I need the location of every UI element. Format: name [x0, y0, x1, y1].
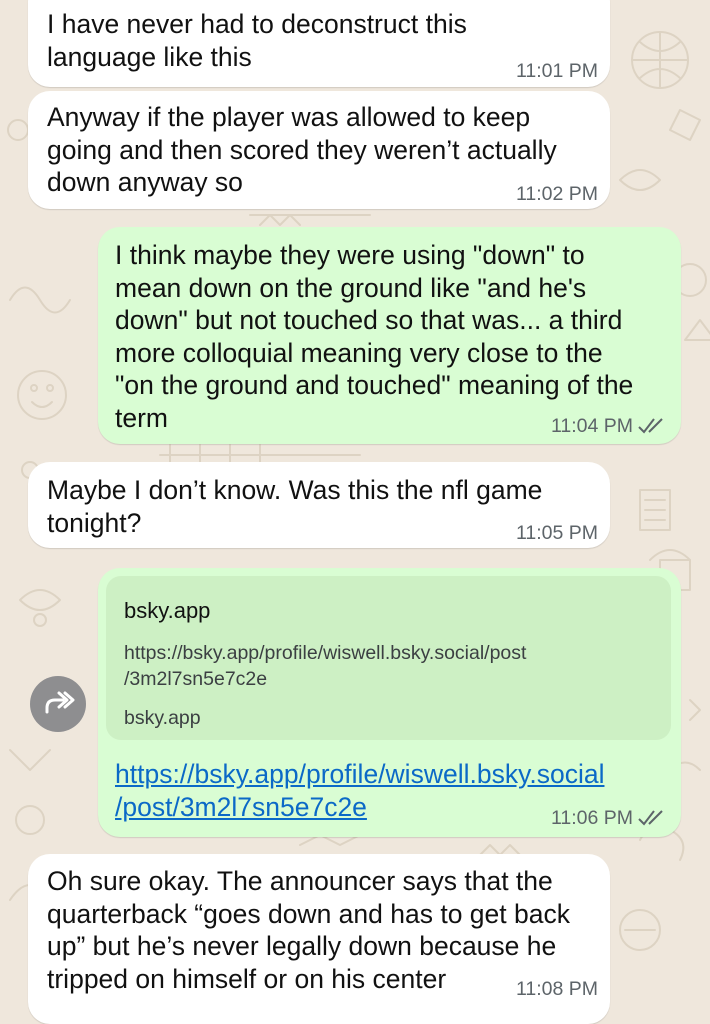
message-line: tripped on himself or on his center — [47, 963, 447, 994]
message-line: language like this — [47, 41, 252, 72]
outgoing-link-message[interactable]: bsky.app https://bsky.app/profile/wiswel… — [98, 568, 681, 837]
link-preview-url-line: https://bsky.app/profile/wiswell.bsky.so… — [124, 642, 527, 664]
incoming-message[interactable]: I have never had to deconstruct this lan… — [28, 0, 610, 87]
link-line: https://bsky.app/profile/wiswell.bsky.so… — [115, 759, 605, 789]
message-line: Oh sure okay. The announcer says that th… — [47, 866, 553, 896]
message-link[interactable]: https://bsky.app/profile/wiswell.bsky.so… — [115, 758, 604, 823]
message-text: Anyway if the player was allowed to keep… — [47, 101, 557, 199]
message-timestamp: 11:01 PM — [515, 60, 598, 82]
message-line: I have never had to deconstruct this — [47, 9, 467, 39]
message-line: going and then scored they weren’t actua… — [47, 134, 557, 165]
message-timestamp: 11:05 PM — [515, 522, 598, 544]
message-line: "on the ground and touched" meaning of t… — [115, 370, 634, 400]
message-line: Anyway if the player was allowed to keep — [47, 102, 531, 132]
forward-icon — [45, 691, 75, 714]
message-line: down" but not touched so that was... a t… — [115, 305, 623, 335]
double-check-read-icon — [638, 810, 663, 826]
message-line: up” but he’s never legally down because … — [47, 931, 557, 961]
link-line: /post/3m2l7sn5e7c2e — [115, 791, 367, 822]
message-line: Maybe I don’t know. Was this the nfl gam… — [47, 475, 543, 505]
message-text: I have never had to deconstruct this lan… — [47, 8, 467, 73]
message-line: term — [115, 402, 168, 433]
double-check-read-icon — [638, 418, 663, 434]
incoming-message[interactable]: Anyway if the player was allowed to keep… — [28, 91, 610, 209]
message-line: tonight? — [47, 507, 142, 538]
message-timestamp: 11:04 PM — [550, 415, 633, 437]
message-line: mean down on the ground like "and he's — [115, 272, 587, 303]
message-line: I think maybe they were using "down" to — [115, 240, 585, 270]
outgoing-message[interactable]: I think maybe they were using "down" to … — [98, 227, 681, 444]
message-text: Oh sure okay. The announcer says that th… — [47, 865, 570, 995]
message-line: quarterback “goes down and has to get ba… — [47, 898, 570, 929]
message-text: Maybe I don’t know. Was this the nfl gam… — [47, 474, 542, 539]
link-preview-card[interactable]: bsky.app https://bsky.app/profile/wiswel… — [106, 576, 671, 740]
link-preview-domain: bsky.app — [124, 707, 201, 729]
message-line: more colloquial meaning very close to th… — [115, 337, 603, 368]
link-preview-url: https://bsky.app/profile/wiswell.bsky.so… — [124, 640, 526, 692]
message-timestamp: 11:02 PM — [515, 183, 598, 205]
link-preview-url-line: /3m2l7sn5e7c2e — [124, 668, 268, 690]
link-preview-title: bsky.app — [124, 598, 211, 623]
incoming-message[interactable]: Maybe I don’t know. Was this the nfl gam… — [28, 462, 610, 548]
message-line: down anyway so — [47, 167, 243, 197]
message-timestamp: 11:08 PM — [515, 978, 598, 1000]
message-timestamp: 11:06 PM — [550, 807, 633, 829]
forward-button[interactable] — [30, 676, 86, 732]
message-text: I think maybe they were using "down" to … — [115, 239, 633, 434]
incoming-message[interactable]: Oh sure okay. The announcer says that th… — [28, 854, 610, 1024]
